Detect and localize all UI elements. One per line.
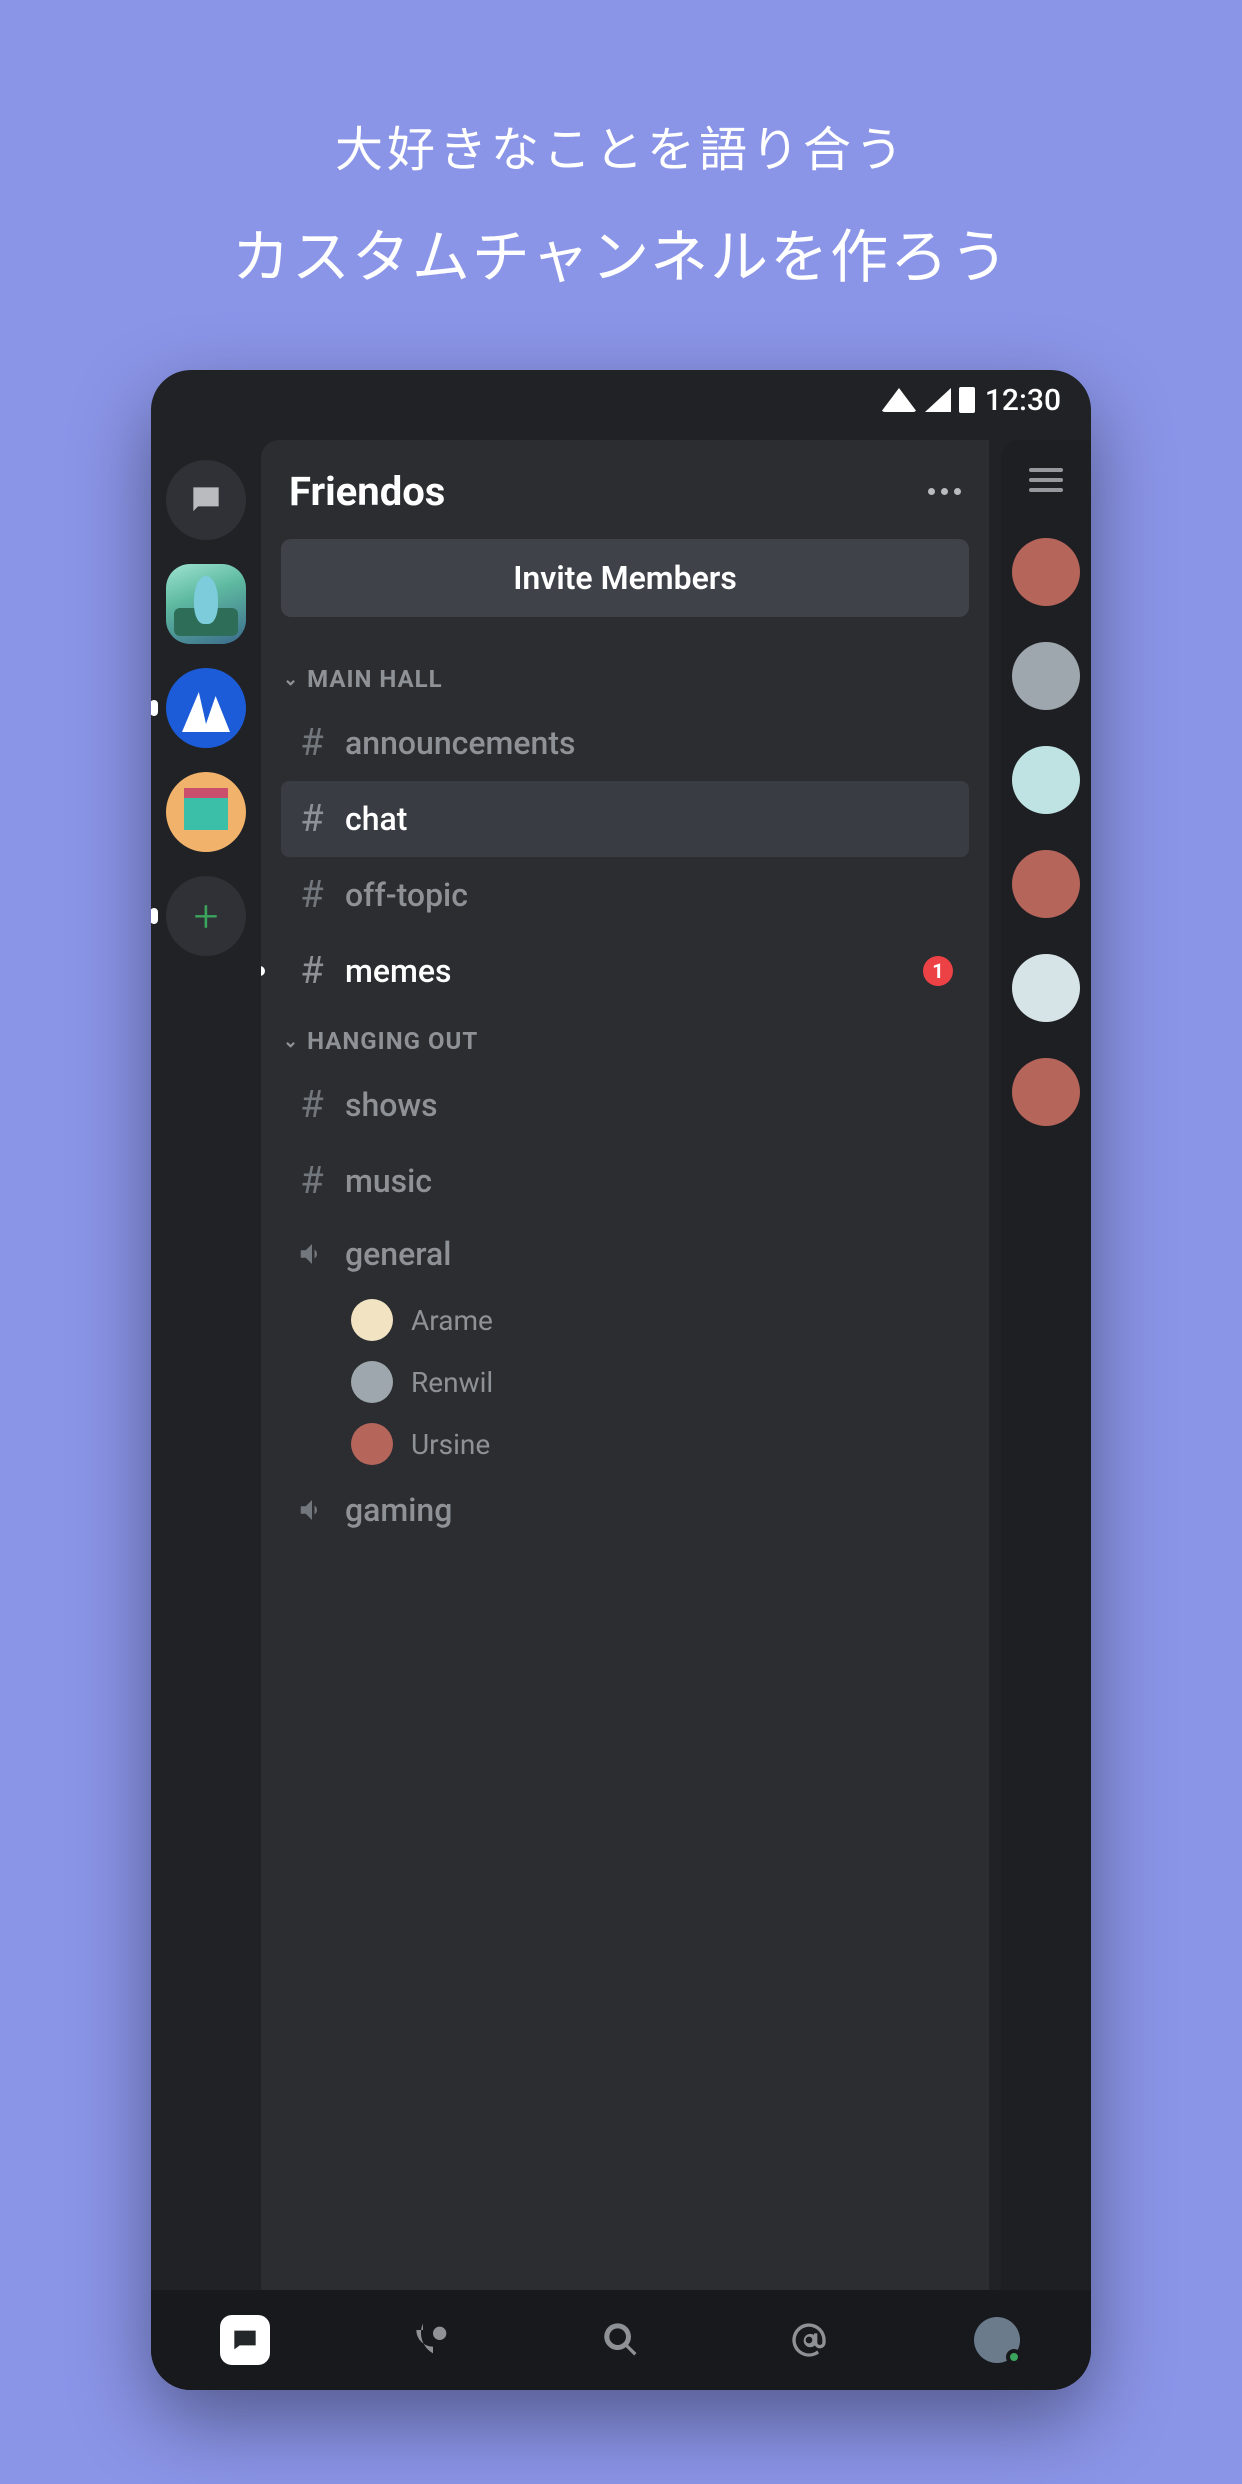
speaker-icon [297,1239,327,1269]
member-avatar[interactable] [1012,538,1080,606]
channel-memes[interactable]: # memes 1 [281,933,969,1009]
bottom-nav [151,2290,1091,2390]
member-avatar[interactable] [1012,1058,1080,1126]
channel-name: gaming [345,1491,452,1529]
channel-name: chat [345,800,407,838]
member-name: Arame [411,1304,493,1337]
channel-panel: Friendos Invite Members ⌄ MAIN HALL # an… [261,440,989,2290]
voice-channel-general[interactable]: general [281,1219,969,1289]
channel-off-topic[interactable]: # off-topic [281,857,969,933]
avatar [351,1423,393,1465]
promo-text: 大好きなことを語り合う カスタムチャンネルを作ろう [0,0,1242,294]
channel-name: off-topic [345,876,468,914]
nav-home[interactable] [220,2315,270,2365]
member-list-toggle[interactable] [1029,468,1063,492]
member-avatar[interactable] [1012,746,1080,814]
signal-icon [925,388,951,412]
channel-music[interactable]: # music [281,1143,969,1219]
server-rail: + [151,440,261,2290]
friends-icon [413,2320,453,2360]
chevron-down-icon: ⌄ [283,1031,299,1052]
channel-name: general [345,1235,451,1273]
status-icons [881,387,975,413]
avatar [351,1361,393,1403]
battery-icon [959,387,975,413]
server-name: Friendos [289,468,445,515]
nav-search[interactable] [596,2315,646,2365]
channel-name: memes [345,952,452,990]
hash-icon: # [297,797,327,841]
category-header[interactable]: ⌄ HANGING OUT [281,1009,969,1067]
chat-bubble-icon [187,481,225,519]
voice-member[interactable]: Renwil [281,1351,969,1413]
category-name: HANGING OUT [307,1027,478,1055]
dm-button[interactable] [166,460,246,540]
mention-badge: 1 [923,956,953,986]
member-avatar[interactable] [1012,642,1080,710]
wifi-icon [881,388,917,412]
status-bar: 12:30 [151,370,1091,430]
hash-icon: # [297,721,327,765]
channel-name: shows [345,1086,438,1124]
app-body: + Friendos Invite Members ⌄ MAIN HALL # … [151,430,1091,2290]
server-unread-indicator [151,700,158,716]
voice-member[interactable]: Arame [281,1289,969,1351]
server-item-2[interactable] [166,668,246,748]
promo-line1: 大好きなことを語り合う [0,110,1242,180]
channel-name: announcements [345,724,575,762]
hash-icon: # [297,873,327,917]
clock: 12:30 [985,383,1061,418]
channel-announcements[interactable]: # announcements [281,705,969,781]
profile-avatar [974,2317,1020,2363]
avatar [351,1299,393,1341]
phone-frame: 12:30 + Friendos Invit [151,370,1091,2390]
add-server-button[interactable]: + [166,876,246,956]
category-name: MAIN HALL [307,665,443,693]
voice-member[interactable]: Ursine [281,1413,969,1475]
server-header[interactable]: Friendos [281,468,969,539]
search-icon [601,2320,641,2360]
nav-friends[interactable] [408,2315,458,2365]
voice-channel-gaming[interactable]: gaming [281,1475,969,1545]
online-status-icon [1006,2349,1022,2365]
nav-mentions[interactable] [784,2315,834,2365]
more-icon[interactable] [928,488,961,495]
channel-shows[interactable]: # shows [281,1067,969,1143]
server-unread-indicator [151,908,158,924]
member-avatar[interactable] [1012,954,1080,1022]
server-item-3[interactable] [166,772,246,852]
invite-members-button[interactable]: Invite Members [281,539,969,617]
channel-chat[interactable]: # chat [281,781,969,857]
category-header[interactable]: ⌄ MAIN HALL [281,647,969,705]
at-icon [789,2320,829,2360]
discord-icon [220,2315,270,2365]
nav-profile[interactable] [972,2315,1022,2365]
member-name: Ursine [411,1428,490,1461]
hash-icon: # [297,1083,327,1127]
speaker-icon [297,1495,327,1525]
member-name: Renwil [411,1366,493,1399]
member-strip [1001,440,1091,2290]
hash-icon: # [297,949,327,993]
hash-icon: # [297,1159,327,1203]
plus-icon: + [194,890,219,942]
unread-indicator [261,966,265,976]
channel-name: music [345,1162,432,1200]
member-avatar[interactable] [1012,850,1080,918]
promo-line2: カスタムチャンネルを作ろう [0,210,1242,294]
server-item-1[interactable] [166,564,246,644]
chevron-down-icon: ⌄ [283,669,299,690]
